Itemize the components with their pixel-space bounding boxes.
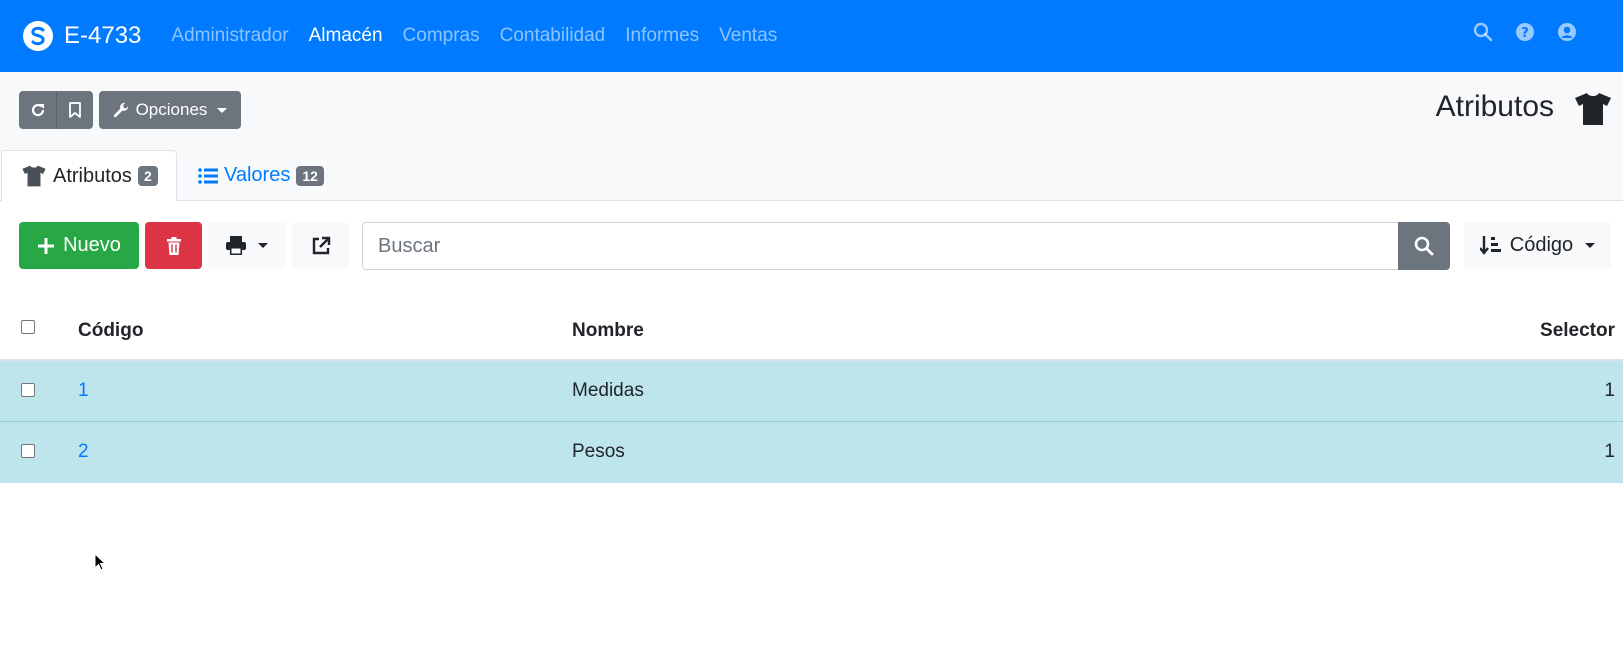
tab-atributos[interactable]: Atributos 2 [1, 150, 177, 202]
row-checkbox[interactable] [21, 383, 35, 397]
navbar-actions: ? [1473, 22, 1577, 42]
chevron-down-icon [258, 243, 268, 248]
menu-item-informes[interactable]: Informes [625, 25, 699, 47]
brand-name: E-4733 [64, 22, 142, 49]
external-link-icon [312, 236, 330, 254]
brand-logo-icon [23, 21, 53, 51]
bookmark-button[interactable] [56, 91, 93, 129]
menu-item-contabilidad[interactable]: Contabilidad [500, 25, 606, 47]
main-menu: Administrador Almacén Compras Contabilid… [171, 25, 797, 47]
printer-icon [226, 236, 246, 255]
menu-item-administrador[interactable]: Administrador [171, 25, 288, 47]
tab-atributos-count: 2 [137, 166, 158, 186]
list-icon [198, 167, 218, 185]
search-button[interactable] [1398, 222, 1450, 270]
sort-dropdown-button[interactable]: Código [1464, 222, 1611, 269]
tab-valores-count: 12 [296, 165, 324, 186]
menu-item-almacen[interactable]: Almacén [309, 25, 383, 47]
wrench-icon [113, 102, 128, 117]
row-name: Pesos [572, 441, 625, 462]
print-dropdown-button[interactable] [208, 222, 286, 269]
new-button[interactable]: Nuevo [19, 222, 139, 269]
row-selector: 1 [1604, 441, 1615, 462]
search-input[interactable] [362, 222, 1399, 270]
trash-icon [166, 236, 181, 255]
row-selector: 1 [1604, 380, 1615, 401]
new-button-label: Nuevo [63, 234, 121, 256]
menu-item-ventas[interactable]: Ventas [719, 25, 777, 47]
help-icon[interactable]: ? [1515, 22, 1535, 42]
tab-valores-label: Valores [224, 164, 291, 186]
mouse-cursor-icon [94, 553, 106, 571]
row-code-link[interactable]: 1 [78, 380, 89, 402]
options-label: Opciones [135, 100, 208, 119]
row-name: Medidas [572, 380, 644, 401]
attributes-table: Código Nombre Selector 1 Medidas 1 2 Pes… [0, 300, 1623, 483]
select-all-checkbox[interactable] [21, 320, 35, 334]
tab-atributos-label: Atributos [53, 164, 132, 187]
chevron-down-icon [1585, 243, 1596, 248]
column-header-selector[interactable]: Selector [1540, 320, 1615, 342]
export-link-button[interactable] [292, 222, 349, 269]
column-header-name[interactable]: Nombre [572, 320, 644, 342]
table-row[interactable]: 1 Medidas 1 [0, 361, 1623, 422]
menu-item-compras[interactable]: Compras [403, 25, 480, 47]
refresh-button[interactable] [19, 91, 56, 129]
header-button-group: Opciones [19, 91, 241, 129]
table-row[interactable]: 2 Pesos 1 [0, 422, 1623, 483]
column-header-code[interactable]: Código [78, 320, 143, 342]
user-icon[interactable] [1557, 22, 1577, 42]
tshirt-icon [21, 165, 47, 187]
tab-valores[interactable]: Valores 12 [198, 150, 324, 201]
tshirt-icon [1575, 93, 1611, 125]
row-code-link[interactable]: 2 [78, 441, 89, 463]
options-dropdown-button[interactable]: Opciones [99, 91, 241, 129]
svg-text:?: ? [1521, 26, 1529, 41]
sort-amount-icon [1479, 235, 1501, 255]
plus-icon [38, 237, 55, 254]
top-navbar: E-4733 Administrador Almacén Compras Con… [0, 0, 1623, 72]
search-icon[interactable] [1473, 22, 1493, 42]
bookmark-icon [69, 102, 81, 118]
sort-label: Código [1509, 234, 1574, 256]
table-header: Código Nombre Selector [0, 300, 1623, 361]
page-header: Opciones Atributos Atributos 2 Valores 1… [0, 72, 1623, 202]
page-title: Atributos [1435, 90, 1554, 123]
refresh-icon [31, 103, 44, 117]
delete-button[interactable] [145, 222, 202, 269]
brand[interactable]: E-4733 [23, 21, 141, 51]
search-icon [1414, 236, 1434, 256]
row-checkbox[interactable] [21, 444, 35, 458]
chevron-down-icon [217, 107, 228, 113]
